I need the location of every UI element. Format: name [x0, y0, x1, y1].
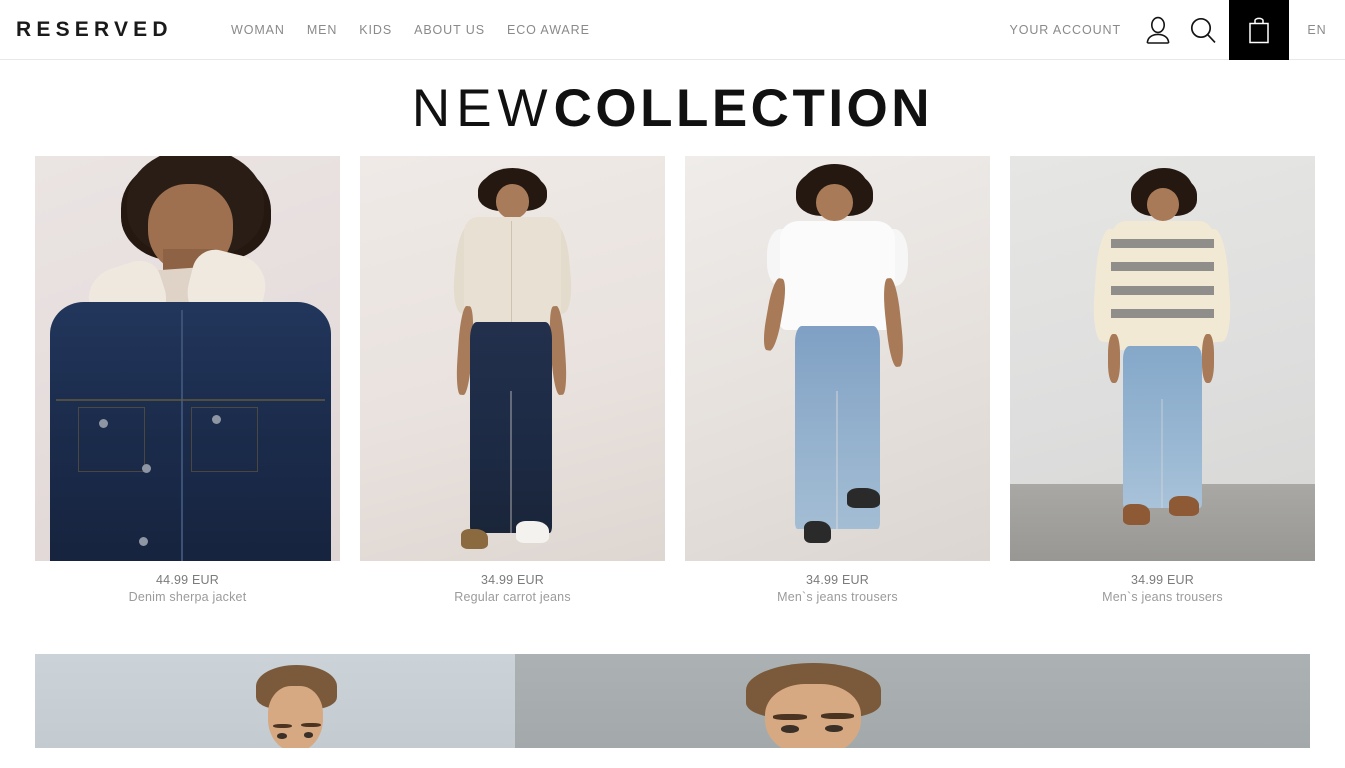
page-title: NEWCOLLECTION	[0, 82, 1345, 135]
product-meta: 34.99 EUR Men`s jeans trousers	[685, 561, 990, 604]
banner-panel-right[interactable]	[515, 654, 1310, 748]
main-navigation: WOMAN MEN KIDS ABOUT US ECO AWARE	[231, 23, 590, 37]
user-icon[interactable]	[1139, 0, 1177, 60]
product-meta: 44.99 EUR Denim sherpa jacket	[35, 561, 340, 604]
product-image-regular-carrot-jeans[interactable]	[360, 156, 665, 561]
promo-banner	[0, 654, 1345, 748]
product-grid: 44.99 EUR Denim sherpa jacket 34.99 EUR …	[0, 156, 1345, 604]
product-card[interactable]: 44.99 EUR Denim sherpa jacket	[35, 156, 340, 604]
header-actions: YOUR ACCOUNT EN	[1009, 0, 1345, 60]
shopping-bag-icon[interactable]	[1229, 0, 1289, 60]
product-name: Denim sherpa jacket	[128, 590, 247, 604]
product-card[interactable]: 34.99 EUR Regular carrot jeans	[360, 156, 665, 604]
nav-item-eco-aware[interactable]: ECO AWARE	[507, 23, 590, 37]
product-meta: 34.99 EUR Regular carrot jeans	[360, 561, 665, 604]
banner-panel-left[interactable]	[35, 654, 515, 748]
product-meta: 34.99 EUR Men`s jeans trousers	[1010, 561, 1315, 604]
nav-item-about-us[interactable]: ABOUT US	[414, 23, 485, 37]
site-logo[interactable]: RESERVED	[16, 18, 173, 42]
nav-item-woman[interactable]: WOMAN	[231, 23, 285, 37]
product-name: Men`s jeans trousers	[1102, 590, 1223, 604]
language-selector[interactable]: EN	[1289, 0, 1345, 60]
product-card[interactable]: 34.99 EUR Men`s jeans trousers	[685, 156, 990, 604]
site-header: RESERVED WOMAN MEN KIDS ABOUT US ECO AWA…	[0, 0, 1345, 60]
product-price: 34.99 EUR	[1131, 573, 1194, 587]
page-title-bold: COLLECTION	[553, 79, 934, 138]
product-price: 34.99 EUR	[806, 573, 869, 587]
search-icon[interactable]	[1177, 0, 1229, 60]
product-image-denim-sherpa-jacket[interactable]	[35, 156, 340, 561]
product-image-mens-jeans-trousers-sweater[interactable]	[1010, 156, 1315, 561]
your-account-link[interactable]: YOUR ACCOUNT	[1009, 23, 1121, 37]
nav-item-kids[interactable]: KIDS	[359, 23, 392, 37]
nav-item-men[interactable]: MEN	[307, 23, 337, 37]
product-price: 44.99 EUR	[156, 573, 219, 587]
product-name: Regular carrot jeans	[454, 590, 571, 604]
product-price: 34.99 EUR	[481, 573, 544, 587]
page-title-light: NEW	[411, 79, 554, 138]
product-card[interactable]: 34.99 EUR Men`s jeans trousers	[1010, 156, 1315, 604]
product-name: Men`s jeans trousers	[777, 590, 898, 604]
product-image-mens-jeans-trousers-light[interactable]	[685, 156, 990, 561]
